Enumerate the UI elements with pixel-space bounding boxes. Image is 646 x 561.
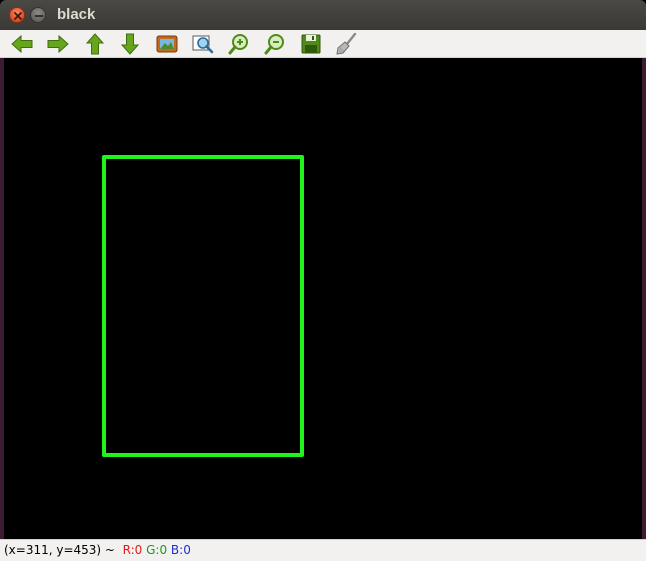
arrow-down-icon [120, 33, 140, 55]
zoom-in-button[interactable] [227, 32, 251, 56]
minimize-icon [34, 15, 44, 17]
close-icon [14, 12, 22, 20]
properties-button[interactable] [335, 32, 359, 56]
image-canvas[interactable] [4, 58, 642, 539]
cursor-coordinates: (x=311, y=453) ~ [4, 543, 119, 557]
brush-icon [336, 32, 357, 55]
blue-value: B:0 [170, 543, 191, 557]
zoom-out-icon [264, 34, 284, 55]
arrow-up-icon [85, 33, 105, 55]
status-bar: (x=311, y=453) ~ R:0 G:0 B:0 [0, 539, 646, 561]
title-bar[interactable]: black [0, 0, 646, 30]
zoom-out-button[interactable] [263, 32, 287, 56]
pan-down-button[interactable] [118, 32, 142, 56]
minimize-button[interactable] [30, 7, 46, 23]
zoom-region-icon [192, 35, 214, 54]
red-value: R:0 [122, 543, 143, 557]
zoom-in-icon [228, 34, 248, 55]
close-button[interactable] [9, 7, 25, 23]
arrow-left-icon [11, 34, 33, 54]
window-border-right [642, 58, 646, 539]
zoom-fit-button[interactable] [191, 32, 215, 56]
pan-left-button[interactable] [10, 32, 34, 56]
floppy-disk-icon [301, 34, 321, 54]
arrow-right-icon [47, 34, 69, 54]
image-viewer-window: black (x=311, y=453) ~ R:0 G:0 B:0 [0, 0, 646, 561]
green-rectangle [102, 155, 304, 457]
pixel-info: (x=311, y=453) ~ R:0 G:0 B:0 [4, 542, 191, 558]
pan-right-button[interactable] [46, 32, 70, 56]
pan-up-button[interactable] [83, 32, 107, 56]
image-icon [156, 35, 178, 53]
zoom-original-button[interactable] [155, 32, 179, 56]
toolbar [0, 30, 646, 58]
window-title: black [57, 6, 96, 23]
green-value: G:0 [146, 543, 168, 557]
save-button[interactable] [299, 32, 323, 56]
